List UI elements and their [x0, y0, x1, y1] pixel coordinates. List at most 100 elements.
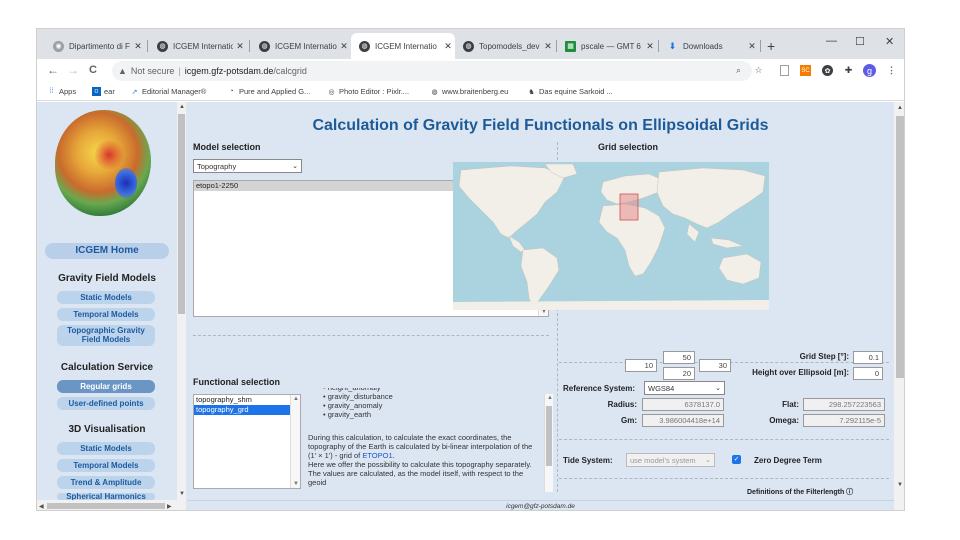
sidebar-item-temporal-models[interactable]: Temporal Models — [57, 308, 155, 321]
sidebar-item-user-defined-points[interactable]: User-defined points — [57, 397, 155, 410]
springer-icon: ◔ — [229, 88, 234, 95]
tab-close-icon[interactable]: ✕ — [643, 41, 657, 52]
page-scrollbar[interactable]: ▲ ▼ — [894, 102, 904, 510]
north-bound-input[interactable]: 50 — [663, 351, 695, 364]
sidebar-item-3d-static-models[interactable]: Static Models — [57, 442, 155, 455]
tab-icgem-2[interactable]: ◍ ICGEM Internatio ✕ — [251, 33, 351, 59]
chevron-down-icon: ⌄ — [292, 163, 298, 170]
sidebar-item-topographic-models[interactable]: Topographic Gravity Field Models — [57, 325, 155, 346]
description-paragraph-1: During this calculation, to calculate th… — [308, 433, 533, 460]
etopo1-link[interactable]: ETOPO1 — [362, 451, 392, 460]
grid-step-input[interactable]: 0.1 — [853, 351, 883, 364]
tab-close-icon[interactable]: ✕ — [541, 41, 555, 52]
scroll-right-arrow-icon[interactable]: ▶ — [167, 503, 172, 510]
tab-pscale-gmt[interactable]: ▦ pscale — GMT 6 ✕ — [557, 33, 657, 59]
scrollbar-thumb[interactable] — [178, 114, 185, 314]
reading-list-icon[interactable] — [780, 65, 789, 76]
east-bound-input[interactable]: 30 — [699, 359, 731, 372]
sidebar-item-spherical-harmonics[interactable]: Spherical Harmonics — [57, 493, 155, 500]
list-item: gravity_anomaly — [323, 401, 543, 410]
tab-close-icon[interactable]: ✕ — [233, 41, 247, 52]
gm-label: Gm: — [621, 416, 637, 425]
west-bound-input[interactable]: 10 — [625, 359, 657, 372]
gm-input[interactable]: 3.986004418e+14 — [642, 414, 724, 427]
scroll-up-arrow-icon[interactable]: ▲ — [897, 105, 903, 111]
model-type-dropdown[interactable]: Topography ⌄ — [193, 159, 302, 173]
height-over-ellipsoid-label: Height over Ellipsoid [m]: — [752, 368, 849, 377]
scrollbar-thumb[interactable] — [47, 503, 165, 509]
tab-topomodels[interactable]: ◍ Topomodels_dev ✕ — [455, 33, 555, 59]
star-icon[interactable]: ☆ — [753, 65, 764, 76]
sidebar-item-regular-grids[interactable]: Regular grids — [57, 380, 155, 393]
list-item[interactable]: topography_shm — [194, 395, 290, 405]
functional-list-scrollbar[interactable]: ▲ ▼ — [290, 395, 300, 488]
puzzle-extensions-icon[interactable]: ✚ — [843, 65, 854, 76]
south-bound-input[interactable]: 20 — [663, 367, 695, 380]
tab-close-icon[interactable]: ✕ — [441, 41, 455, 52]
bookmark-braitenberg[interactable]: ◍ www.braitenberg.eu — [430, 87, 508, 96]
geoid-globe-logo — [55, 110, 151, 216]
tab-dipartimento[interactable]: ◉ Dipartimento di F ✕ — [45, 33, 145, 59]
bookmark-pure-applied[interactable]: ◔ Pure and Applied G... — [227, 87, 310, 96]
scrollbar-thumb[interactable] — [546, 406, 552, 466]
browser-window: ◉ Dipartimento di F ✕ ◍ ICGEM Internatio… — [36, 28, 905, 511]
back-button[interactable]: ← — [47, 63, 59, 77]
bookmark-apps[interactable]: ⁞⁞ Apps — [47, 87, 77, 96]
scroll-up-arrow-icon[interactable]: ▲ — [293, 396, 299, 402]
scroll-left-arrow-icon[interactable]: ◀ — [39, 503, 44, 510]
grid-step-label: Grid Step [°]: — [799, 352, 849, 361]
scrollbar-thumb[interactable] — [896, 116, 904, 378]
tab-close-icon[interactable]: ✕ — [131, 41, 145, 52]
sidebar-scrollbar[interactable]: ▲ ▼ — [177, 102, 186, 500]
extension-circle-icon[interactable]: ✿ — [822, 65, 833, 76]
sidebar-item-3d-temporal-models[interactable]: Temporal Models — [57, 459, 155, 472]
bookmark-editorial-manager[interactable]: ↗ Editorial Manager® — [130, 87, 207, 96]
functional-selection-heading: Functional selection — [193, 377, 281, 387]
description-scrollbar[interactable]: ▲ — [544, 394, 553, 492]
new-tab-button[interactable]: + — [767, 38, 775, 54]
tab-close-icon[interactable]: ✕ — [337, 41, 351, 52]
reference-system-dropdown[interactable]: WGS84 ⌄ — [644, 381, 725, 395]
close-window-button[interactable]: ✕ — [885, 35, 894, 48]
bookmark-ear[interactable]: O ear — [92, 87, 115, 96]
forward-button[interactable]: → — [67, 63, 79, 77]
scroll-up-arrow-icon[interactable]: ▲ — [547, 395, 553, 401]
sidebar-item-trend-amplitude[interactable]: Trend & Amplitude — [57, 476, 155, 489]
tab-icgem-1[interactable]: ◍ ICGEM Internatio ✕ — [149, 33, 247, 59]
model-selection-heading: Model selection — [193, 142, 261, 152]
flat-input[interactable]: 298.257223563 — [803, 398, 885, 411]
omega-input[interactable]: 7.292115e-5 — [803, 414, 885, 427]
tab-close-icon[interactable]: ✕ — [745, 41, 759, 52]
scroll-down-arrow-icon[interactable]: ▼ — [897, 482, 903, 488]
reload-button[interactable]: C — [89, 64, 97, 76]
address-bar[interactable]: ▲ Not secure | icgem.gfz-potsdam.de /cal… — [112, 61, 752, 81]
icgem-home-button[interactable]: ICGEM Home — [45, 243, 169, 259]
menu-kebab-icon[interactable]: ⋮ — [886, 65, 897, 76]
extension-sc-icon[interactable]: SC — [800, 65, 811, 76]
grid-selection-heading: Grid selection — [598, 142, 659, 152]
height-over-ellipsoid-input[interactable]: 0 — [853, 367, 883, 380]
sidebar-horizontal-scrollbar[interactable]: ◀ ▶ — [37, 500, 186, 510]
sidebar-item-static-models[interactable]: Static Models — [57, 291, 155, 304]
tab-downloads[interactable]: ⬇ Downloads ✕ — [659, 33, 759, 59]
zoom-icon[interactable]: ⌕ — [733, 65, 744, 76]
maximize-button[interactable]: ☐ — [855, 35, 865, 48]
scroll-down-arrow-icon[interactable]: ▼ — [179, 491, 185, 497]
list-item-selected[interactable]: topography_grd — [194, 405, 290, 415]
tab-separator — [249, 40, 250, 52]
minimize-button[interactable]: — — [826, 35, 837, 47]
radius-input[interactable]: 6378137.0 — [642, 398, 724, 411]
functional-list[interactable]: topography_shm topography_grd ▲ ▼ — [193, 394, 301, 489]
scroll-up-arrow-icon[interactable]: ▲ — [179, 104, 185, 110]
world-map[interactable] — [453, 162, 769, 310]
bookmark-pixlr[interactable]: ◎ Photo Editor : Pixlr.... — [327, 87, 409, 96]
bookmark-equine-sarkoid[interactable]: ♞ Das equine Sarkoid ... — [527, 87, 612, 96]
profile-avatar[interactable]: g — [863, 64, 876, 77]
zero-degree-checkbox[interactable]: ✓ — [732, 455, 741, 464]
outlook-icon: O — [92, 87, 101, 96]
tide-system-dropdown[interactable]: use model's system ⌄ — [626, 453, 715, 467]
tab-icgem-active[interactable]: ◍ ICGEM Internatio ✕ — [351, 33, 455, 59]
filterlength-definitions-link[interactable]: Definitions of the Filterlength ⓘ — [747, 487, 877, 497]
scroll-down-arrow-icon[interactable]: ▼ — [293, 481, 299, 487]
address-path: /calcgrid — [273, 66, 307, 76]
